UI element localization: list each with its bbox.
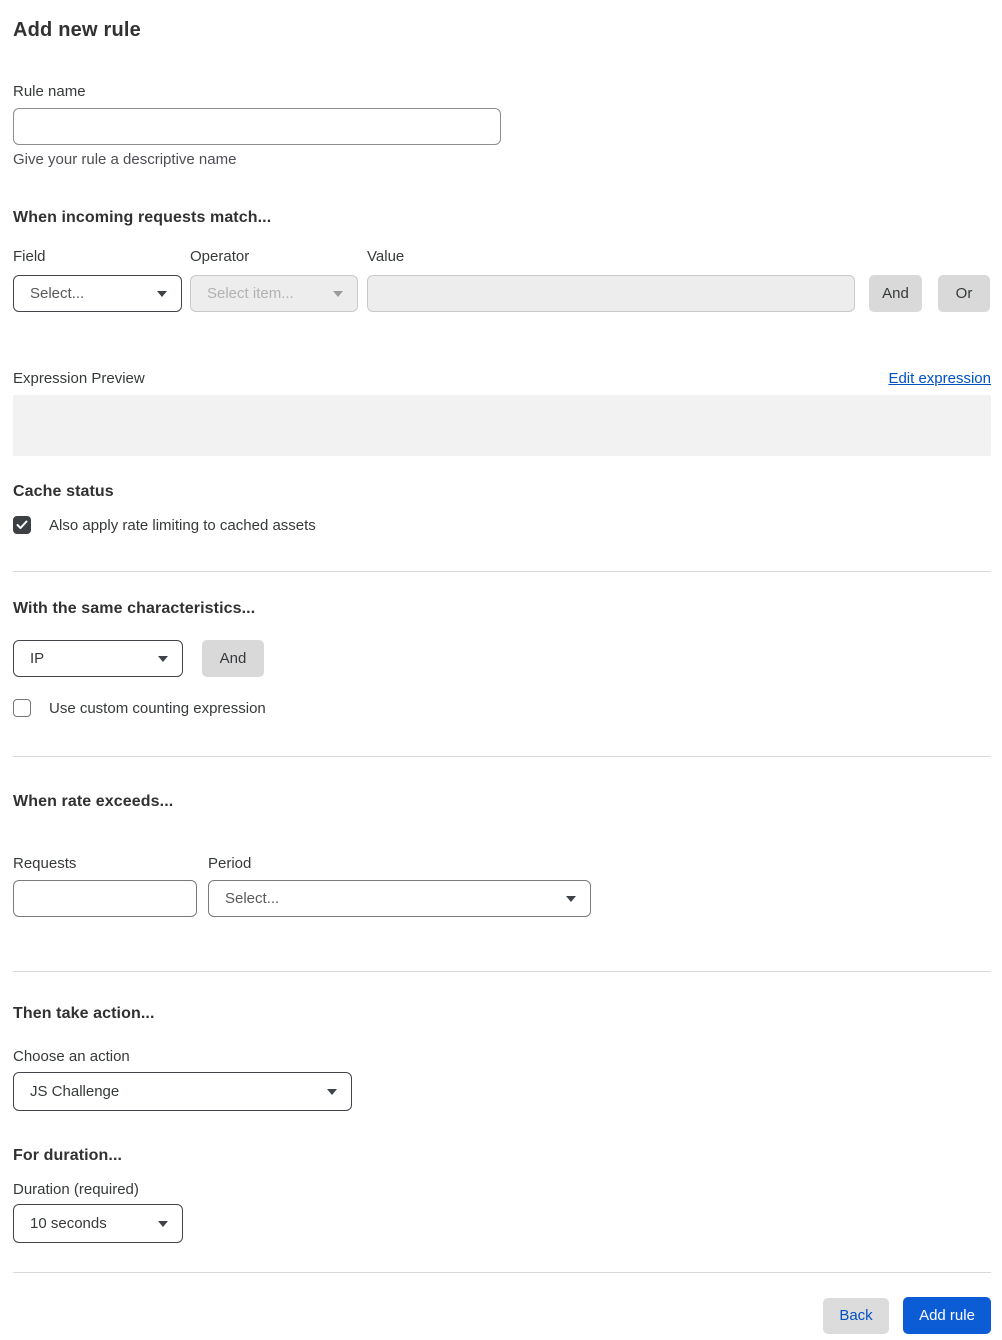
characteristic-select[interactable]: IP (13, 640, 183, 677)
action-heading: Then take action... (13, 1005, 155, 1022)
page-title: Add new rule (13, 19, 141, 41)
requests-label: Requests (13, 855, 77, 872)
chevron-down-icon (333, 290, 343, 297)
rule-name-input[interactable] (13, 108, 501, 145)
add-rule-button[interactable]: Add rule (903, 1297, 991, 1334)
action-select-value: JS Challenge (30, 1083, 120, 1100)
characteristic-and-button[interactable]: And (202, 640, 264, 677)
characteristics-heading: With the same characteristics... (13, 600, 256, 617)
match-section-heading: When incoming requests match... (13, 209, 272, 226)
operator-select: Select item... (190, 275, 358, 312)
cached-assets-checkbox[interactable] (13, 516, 31, 534)
duration-heading: For duration... (13, 1147, 123, 1164)
custom-counting-expression-label: Use custom counting expression (49, 699, 266, 717)
period-label: Period (208, 855, 252, 872)
chevron-down-icon (158, 655, 168, 662)
value-label: Value (367, 248, 405, 265)
footer-divider (13, 1272, 991, 1273)
cached-assets-checkbox-label: Also apply rate limiting to cached asset… (49, 516, 316, 534)
operator-select-placeholder: Select item... (207, 285, 294, 302)
rule-name-helper: Give your rule a descriptive name (13, 151, 237, 168)
expression-preview-label: Expression Preview (13, 370, 145, 387)
rule-name-label: Rule name (13, 83, 86, 100)
period-select-placeholder: Select... (225, 890, 280, 907)
back-button[interactable]: Back (823, 1297, 889, 1334)
section-divider (13, 971, 991, 972)
cache-status-heading: Cache status (13, 483, 114, 500)
chevron-down-icon (327, 1088, 337, 1095)
requests-input[interactable] (13, 880, 197, 917)
action-select[interactable]: JS Challenge (13, 1072, 352, 1111)
characteristic-select-value: IP (30, 650, 45, 667)
custom-counting-expression-checkbox[interactable] (13, 699, 31, 717)
field-select-placeholder: Select... (30, 285, 85, 302)
field-select[interactable]: Select... (13, 275, 182, 312)
choose-action-label: Choose an action (13, 1048, 130, 1065)
period-select[interactable]: Select... (208, 880, 591, 917)
section-divider (13, 571, 991, 572)
rate-heading: When rate exceeds... (13, 793, 174, 810)
expression-preview-box (13, 395, 991, 456)
section-divider (13, 756, 991, 757)
chevron-down-icon (157, 290, 167, 297)
edit-expression-link[interactable]: Edit expression (888, 370, 991, 387)
add-rule-form: Add new rule Rule name Give your rule a … (13, 0, 991, 1334)
duration-select-value: 10 seconds (30, 1215, 107, 1232)
or-button[interactable]: Or (938, 275, 990, 312)
duration-label: Duration (required) (13, 1181, 139, 1198)
value-input (367, 275, 855, 312)
chevron-down-icon (566, 895, 576, 902)
duration-select[interactable]: 10 seconds (13, 1204, 183, 1243)
operator-label: Operator (190, 248, 250, 265)
chevron-down-icon (158, 1220, 168, 1227)
field-label: Field (13, 248, 46, 265)
and-button[interactable]: And (869, 275, 922, 312)
check-icon (16, 520, 28, 529)
